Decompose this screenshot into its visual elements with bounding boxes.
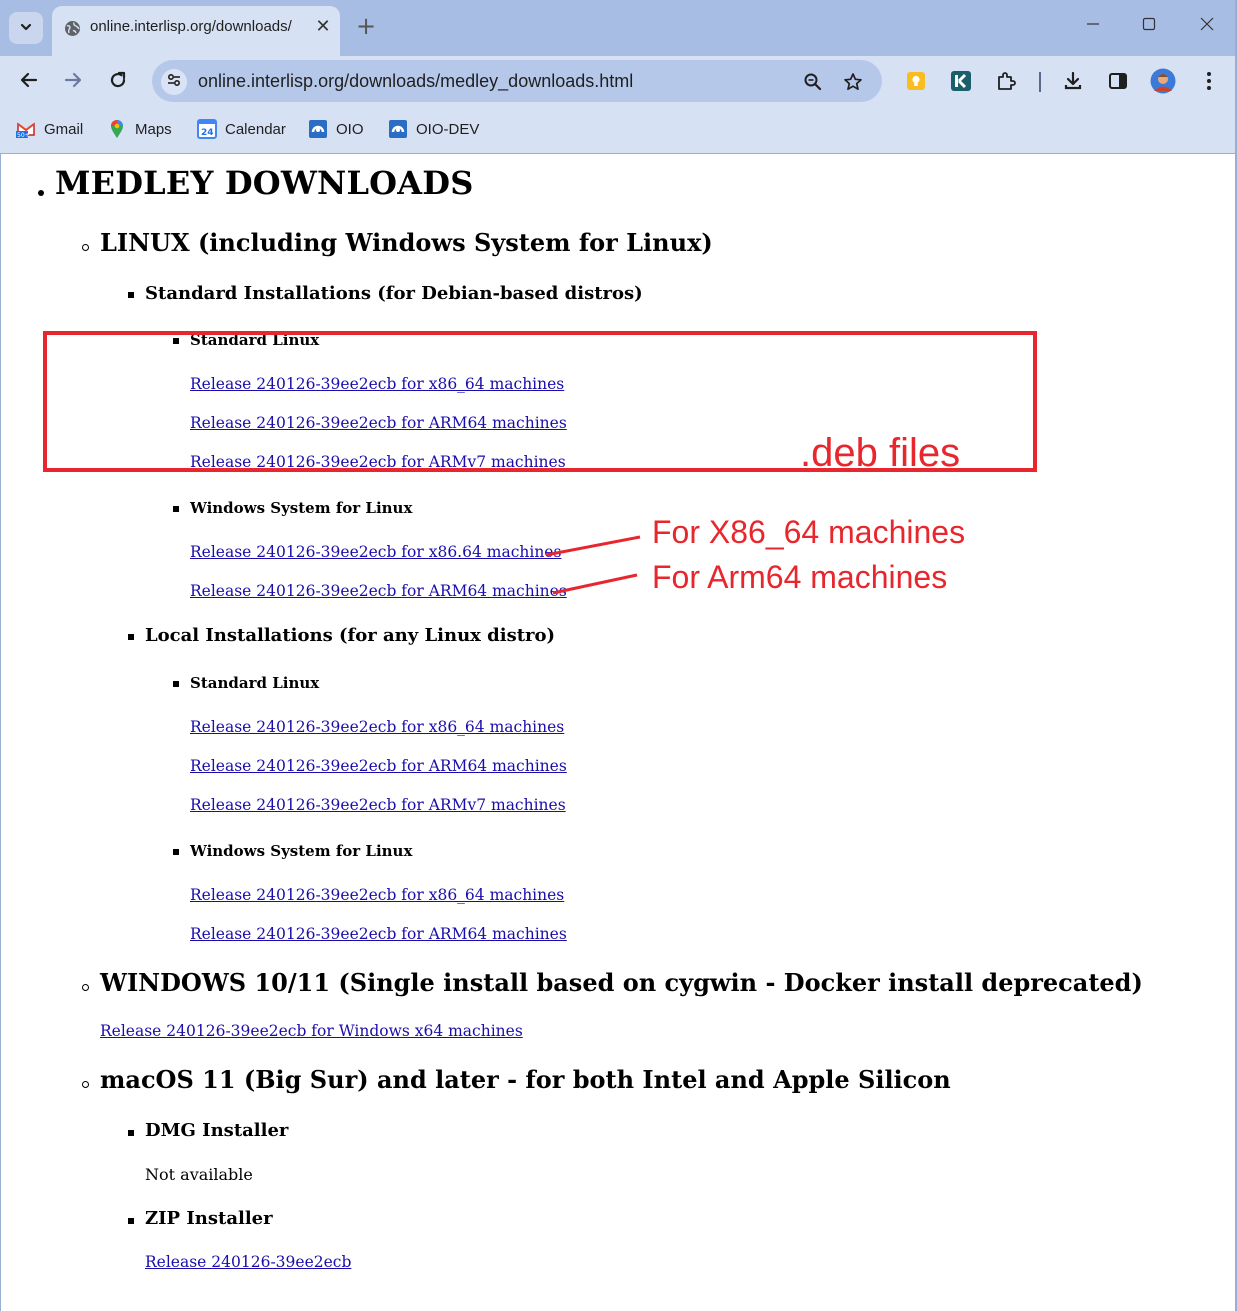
bookmark-oio-dev[interactable]: OIO-DEV [388, 116, 479, 142]
list-bullet [173, 506, 179, 512]
close-icon [1199, 16, 1215, 36]
oio-icon [388, 119, 408, 139]
maximize-icon [1141, 16, 1157, 36]
extensions-puzzle-icon[interactable] [993, 68, 1019, 94]
profile-avatar[interactable] [1150, 68, 1176, 94]
download-icon[interactable] [1060, 68, 1086, 94]
window-border [0, 154, 1, 1311]
bookmarks-bar: 50+ Gmail Maps 24 Calendar OIO OIO-DEV [0, 108, 1237, 154]
globe-icon [64, 20, 81, 37]
bookmark-label: Gmail [44, 120, 84, 138]
download-link[interactable]: Release 240126-39ee2ecb for ARM64 machin… [190, 582, 567, 600]
zoom-icon[interactable] [800, 69, 826, 95]
toolbar: online.interlisp.org/downloads/medley_do… [0, 56, 1237, 108]
download-link[interactable]: Release 240126-39ee2ecb [145, 1253, 351, 1271]
list-bullet [82, 984, 89, 991]
standard-installations-heading: Standard Installations (for Debian-based… [145, 283, 643, 304]
oio-icon [308, 119, 328, 139]
download-link[interactable]: Release 240126-39ee2ecb for x86.64 machi… [190, 543, 561, 561]
tab-title: online.interlisp.org/downloads/ [90, 18, 292, 35]
site-info-button[interactable] [161, 69, 187, 95]
wsl-heading: Windows System for Linux [190, 499, 413, 517]
list-bullet [128, 292, 134, 298]
page-content: MEDLEY DOWNLOADS LINUX (including Window… [1, 154, 1235, 1309]
dmg-status-text: Not available [145, 1165, 253, 1184]
address-url[interactable]: online.interlisp.org/downloads/medley_do… [198, 71, 633, 92]
bookmark-label: Calendar [225, 120, 286, 138]
download-link[interactable]: Release 240126-39ee2ecb for Windows x64 … [100, 1022, 523, 1040]
address-bar[interactable]: online.interlisp.org/downloads/medley_do… [152, 60, 882, 102]
reload-icon [108, 70, 128, 94]
annotation-label-arm: For Arm64 machines [652, 559, 948, 595]
k-extension-icon[interactable] [948, 68, 974, 94]
active-tab[interactable]: online.interlisp.org/downloads/ ✕ [52, 6, 340, 56]
list-bullet [128, 634, 134, 640]
minimize-button[interactable] [1073, 10, 1113, 42]
bookmark-calendar[interactable]: 24 Calendar [197, 116, 286, 142]
bookmark-label: OIO [336, 120, 364, 138]
svg-text:50+: 50+ [17, 132, 30, 139]
list-bullet [173, 849, 179, 855]
tab-bar: online.interlisp.org/downloads/ ✕ + [0, 0, 1237, 56]
macos-heading: macOS 11 (Big Sur) and later - for both … [100, 1065, 951, 1094]
toolbar-separator [1039, 72, 1041, 92]
tab-search-button[interactable] [9, 12, 43, 44]
star-icon[interactable] [840, 69, 866, 95]
maps-icon [107, 119, 127, 139]
zip-installer-heading: ZIP Installer [145, 1208, 273, 1229]
annotation-title: .deb files [800, 431, 961, 475]
list-bullet [173, 681, 179, 687]
forward-button[interactable] [57, 66, 89, 98]
minimize-icon [1085, 16, 1101, 36]
keep-extension-icon[interactable] [903, 68, 929, 94]
list-bullet [82, 1081, 89, 1088]
dmg-installer-heading: DMG Installer [145, 1120, 289, 1141]
side-panel-icon[interactable] [1105, 68, 1131, 94]
list-bullet [128, 1218, 134, 1224]
wsl-heading: Windows System for Linux [190, 842, 413, 860]
list-bullet [38, 190, 44, 196]
bookmark-gmail[interactable]: 50+ Gmail [16, 116, 83, 142]
bookmark-label: OIO-DEV [416, 120, 480, 138]
linux-heading: LINUX (including Windows System for Linu… [100, 228, 713, 257]
arrow-left-icon [19, 70, 39, 94]
local-installations-heading: Local Installations (for any Linux distr… [145, 625, 556, 646]
gmail-icon: 50+ [16, 119, 36, 139]
new-tab-button[interactable]: + [352, 12, 380, 40]
bookmark-maps[interactable]: Maps [107, 116, 172, 142]
calendar-icon: 24 [197, 119, 217, 139]
list-bullet [128, 1130, 134, 1136]
download-link[interactable]: Release 240126-39ee2ecb for x86_64 machi… [190, 718, 564, 736]
chevron-down-icon [19, 19, 33, 38]
bookmark-label: Maps [135, 120, 172, 138]
arrow-right-icon [63, 70, 83, 94]
browser-chrome: online.interlisp.org/downloads/ ✕ + onli… [0, 0, 1237, 154]
annotation-label-x86: For X86_64 machines [652, 514, 966, 550]
tune-icon [166, 72, 182, 92]
close-tab-icon[interactable]: ✕ [312, 16, 334, 38]
download-link[interactable]: Release 240126-39ee2ecb for ARMv7 machin… [190, 796, 566, 814]
windows-heading: WINDOWS 10/11 (Single install based on c… [100, 968, 1143, 997]
reload-button[interactable] [102, 66, 134, 98]
download-link[interactable]: Release 240126-39ee2ecb for ARM64 machin… [190, 757, 567, 775]
svg-text:24: 24 [201, 128, 214, 138]
close-window-button[interactable] [1187, 10, 1227, 42]
download-link[interactable]: Release 240126-39ee2ecb for x86_64 machi… [190, 886, 564, 904]
back-button[interactable] [13, 66, 45, 98]
download-link[interactable]: Release 240126-39ee2ecb for ARM64 machin… [190, 925, 567, 943]
maximize-button[interactable] [1129, 10, 1169, 42]
more-menu-icon[interactable] [1196, 68, 1222, 94]
list-bullet [82, 244, 89, 251]
standard-linux-heading: Standard Linux [190, 674, 320, 692]
page-title: MEDLEY DOWNLOADS [55, 164, 474, 202]
bookmark-oio[interactable]: OIO [308, 116, 364, 142]
